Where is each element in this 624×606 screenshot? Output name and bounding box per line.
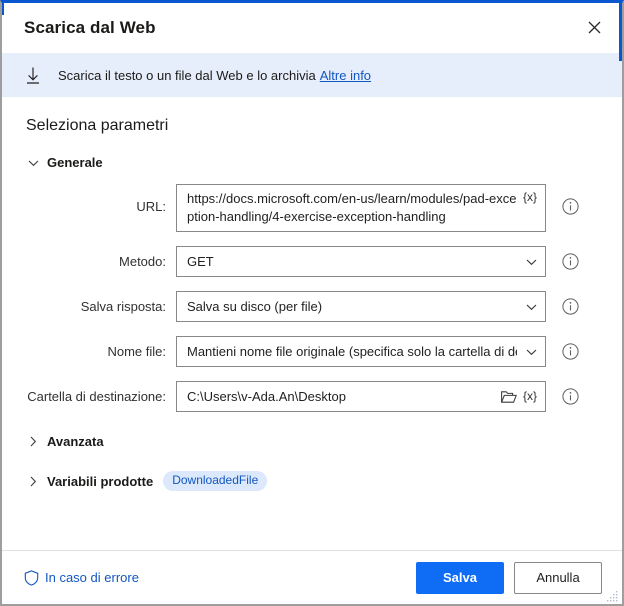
field-row-salva-risposta: Salva risposta: Salva su disco (per file… bbox=[2, 291, 622, 322]
field-label-nome-file: Nome file: bbox=[107, 344, 166, 359]
dialog-footer: In caso di errore Salva Annulla bbox=[2, 550, 622, 604]
field-row-cartella-destinazione: Cartella di destinazione: C:\Users\v-Ada… bbox=[2, 381, 622, 412]
resize-grip-icon[interactable] bbox=[607, 590, 619, 602]
cancel-button[interactable]: Annulla bbox=[514, 561, 602, 594]
group-label-avanzata: Avanzata bbox=[47, 434, 104, 449]
info-icon-metodo[interactable] bbox=[562, 253, 579, 270]
field-row-url: URL: https://docs.microsoft.com/en-us/le… bbox=[2, 184, 622, 232]
chevron-down-icon[interactable] bbox=[517, 292, 545, 321]
close-button[interactable] bbox=[572, 7, 616, 47]
chevron-right-icon bbox=[26, 435, 40, 449]
produced-variable-badge[interactable]: DownloadedFile bbox=[163, 471, 268, 491]
cartella-destinazione-value[interactable]: C:\Users\v-Ada.An\Desktop bbox=[177, 381, 497, 412]
window-accent-right bbox=[620, 3, 622, 15]
field-label-metodo: Metodo: bbox=[119, 254, 166, 269]
field-label-cartella-destinazione: Cartella di destinazione: bbox=[27, 389, 166, 404]
group-header-variabili-prodotte[interactable]: Variabili prodotte DownloadedFile bbox=[26, 471, 268, 491]
save-button[interactable]: Salva bbox=[416, 561, 504, 594]
page-title: Seleziona parametri bbox=[26, 117, 169, 134]
field-label-salva-risposta: Salva risposta: bbox=[80, 299, 166, 314]
dialog-title: Scarica dal Web bbox=[24, 18, 156, 37]
group-label-variabili-prodotte: Variabili prodotte bbox=[47, 473, 154, 489]
info-icon-cartella-destinazione[interactable] bbox=[562, 388, 579, 405]
on-error-label: In caso di errore bbox=[45, 570, 139, 585]
url-input[interactable]: https://docs.microsoft.com/en-us/learn/m… bbox=[176, 184, 546, 232]
group-label-generale: Generale bbox=[47, 155, 103, 170]
description-banner: Scarica il testo o un file dal Web e lo … bbox=[2, 53, 622, 97]
chevron-down-icon bbox=[26, 156, 40, 170]
folder-open-icon[interactable] bbox=[497, 382, 521, 411]
close-icon bbox=[588, 21, 601, 34]
url-input-value[interactable]: https://docs.microsoft.com/en-us/learn/m… bbox=[177, 185, 521, 231]
shield-icon bbox=[24, 569, 39, 586]
chevron-down-icon[interactable] bbox=[517, 247, 545, 276]
info-icon-salva-risposta[interactable] bbox=[562, 298, 579, 315]
group-header-generale[interactable]: Generale bbox=[26, 155, 103, 170]
field-row-nome-file: Nome file: Mantieni nome file originale … bbox=[2, 336, 622, 367]
url-variable-token-button[interactable]: {x} bbox=[521, 188, 545, 206]
download-arrow-icon bbox=[26, 67, 48, 84]
field-row-metodo: Metodo: GET bbox=[2, 246, 622, 277]
title-bar: Scarica dal Web bbox=[2, 3, 622, 53]
salva-risposta-dropdown-value: Salva su disco (per file) bbox=[187, 299, 323, 314]
more-info-link[interactable]: Altre info bbox=[320, 68, 371, 83]
salva-risposta-dropdown[interactable]: Salva su disco (per file) bbox=[176, 291, 546, 322]
dialog-window: Scarica dal Web Scarica il testo o un fi… bbox=[0, 0, 624, 606]
nome-file-dropdown[interactable]: Mantieni nome file originale (specifica … bbox=[176, 336, 546, 367]
metodo-dropdown-value: GET bbox=[187, 254, 214, 269]
banner-text: Scarica il testo o un file dal Web e lo … bbox=[58, 67, 316, 83]
nome-file-dropdown-value: Mantieni nome file originale (specifica … bbox=[187, 344, 517, 359]
chevron-down-icon[interactable] bbox=[517, 337, 545, 366]
info-icon-url[interactable] bbox=[562, 198, 579, 215]
dialog-body: Seleziona parametri Generale URL: https:… bbox=[2, 97, 622, 550]
window-accent-left bbox=[2, 3, 4, 15]
field-label-url: URL: bbox=[136, 199, 166, 214]
cartella-destinazione-input[interactable]: C:\Users\v-Ada.An\Desktop {x} bbox=[176, 381, 546, 412]
group-header-avanzata[interactable]: Avanzata bbox=[26, 434, 104, 449]
cartella-variable-token-button[interactable]: {x} bbox=[521, 381, 545, 412]
metodo-dropdown[interactable]: GET bbox=[176, 246, 546, 277]
on-error-button[interactable]: In caso di errore bbox=[24, 569, 139, 586]
info-icon-nome-file[interactable] bbox=[562, 343, 579, 360]
chevron-right-icon bbox=[26, 474, 40, 488]
